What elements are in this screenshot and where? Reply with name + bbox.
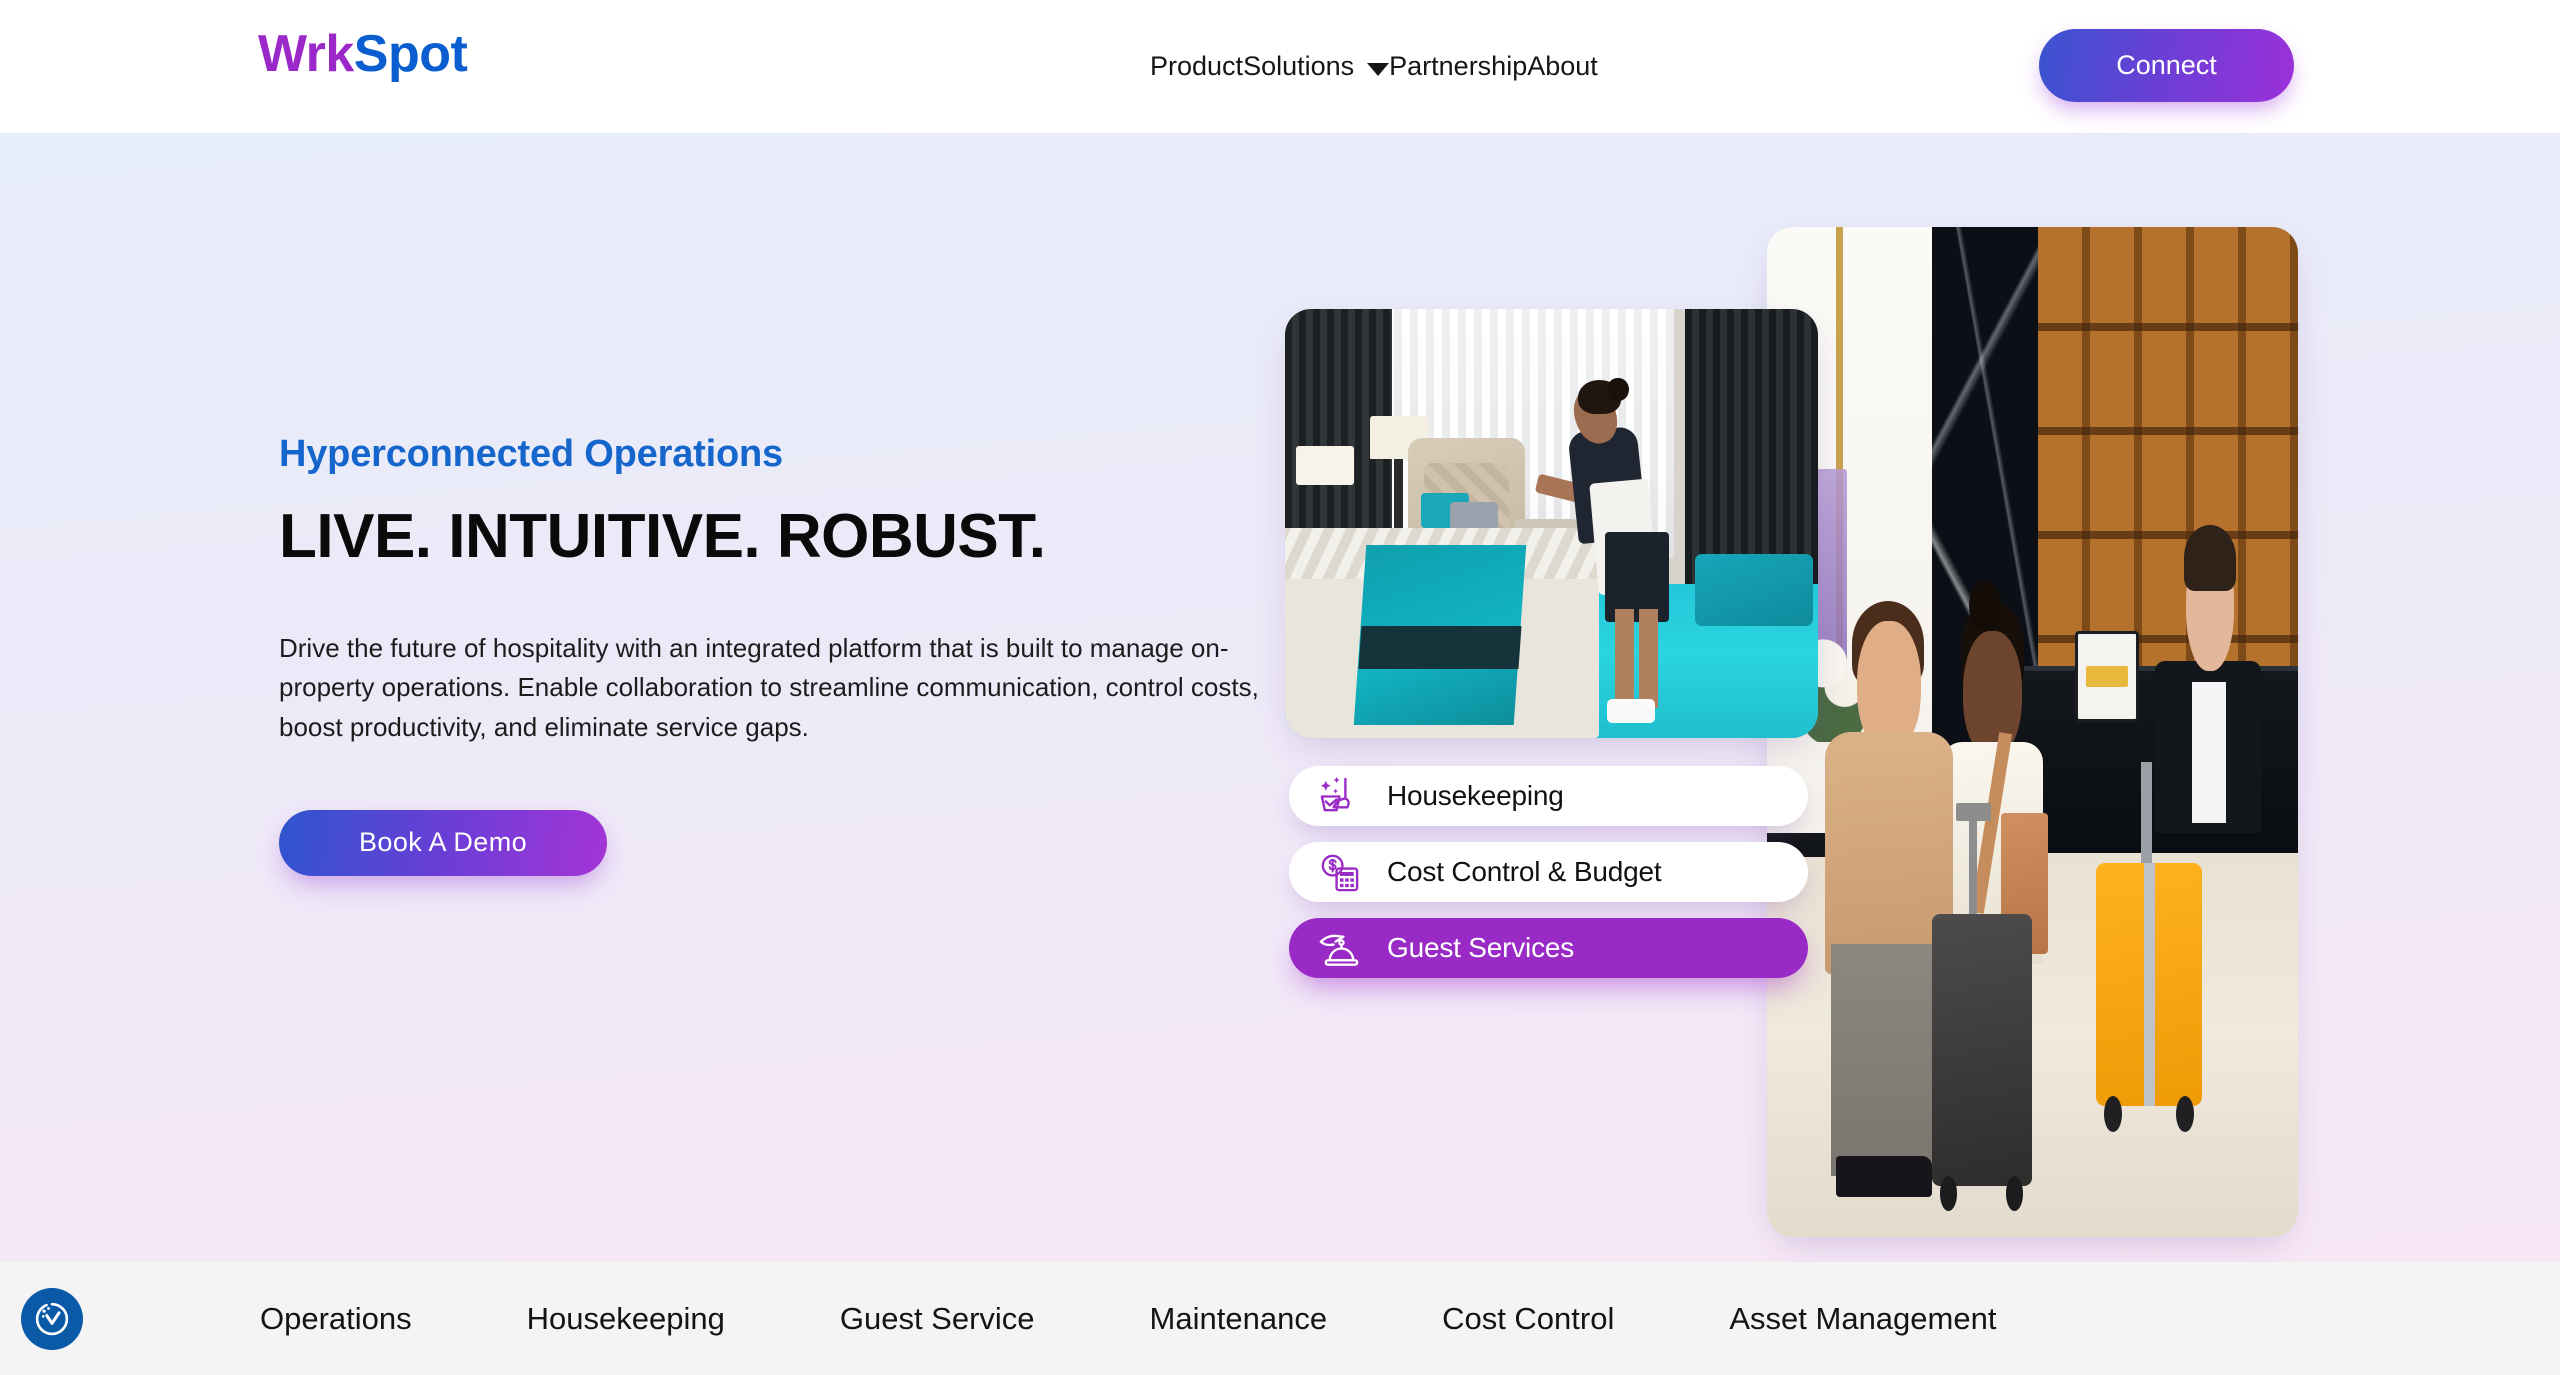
nav-item-label: Solutions xyxy=(1243,51,1355,81)
housekeeper-skirt-element xyxy=(1604,532,1669,623)
dark-suitcase-handle-element xyxy=(1968,812,1978,924)
hero-copy: Hyperconnected Operations LIVE. INTUITIV… xyxy=(279,433,1299,876)
bottom-tab-bar: Operations Housekeeping Guest Service Ma… xyxy=(0,1262,2560,1375)
housekeeper-bun-element xyxy=(1607,377,1629,402)
feature-pill-label: Housekeeping xyxy=(1387,780,1564,811)
housekeeper-leg-left-element xyxy=(1615,609,1634,708)
bottom-nav-item-operations[interactable]: Operations xyxy=(260,1301,412,1337)
lamp-stand-element xyxy=(1394,459,1403,528)
housekeeping-photo-scene xyxy=(1285,309,1818,738)
accessibility-cookie-check-icon[interactable] xyxy=(21,1288,83,1350)
nav-item-label: About xyxy=(1527,51,1598,81)
housekeeper-leg-right-element xyxy=(1639,609,1658,708)
nav-item-label: Partnership xyxy=(1389,51,1528,81)
orange-suitcase-handle-element xyxy=(2141,762,2152,869)
bottom-nav-item-housekeeping[interactable]: Housekeeping xyxy=(527,1301,725,1337)
feature-pill-label: Cost Control & Budget xyxy=(1387,856,1662,887)
feature-pill-housekeeping[interactable]: Housekeeping xyxy=(1289,766,1808,826)
book-a-demo-label: Book A Demo xyxy=(359,827,527,857)
coin-calculator-icon xyxy=(1321,854,1359,891)
hero-eyebrow: Hyperconnected Operations xyxy=(279,433,783,475)
teal-bench-element xyxy=(1695,553,1813,627)
connect-button-label: Connect xyxy=(2116,50,2217,80)
book-a-demo-button[interactable]: Book A Demo xyxy=(279,809,607,876)
hero-subcopy: Drive the future of hospitality with an … xyxy=(279,632,1259,742)
lamp-secondary-element xyxy=(1295,446,1355,485)
concierge-hair-element xyxy=(2184,524,2237,591)
chevron-down-icon xyxy=(1367,63,1390,76)
lobby-photo xyxy=(1767,227,2298,1237)
lobby-photo-scene xyxy=(1767,227,2298,1237)
guest-one-pants-element xyxy=(1830,944,1943,1177)
cookie-check-glyph xyxy=(35,1302,69,1336)
orange-suitcase-wheel-left-element xyxy=(2104,1095,2123,1132)
housekeeping-photo xyxy=(1285,309,1818,738)
hero-headline: LIVE. INTUITIVE. ROBUST. xyxy=(279,502,1046,571)
feature-pill-guest-services[interactable]: Guest Services xyxy=(1289,918,1808,978)
logo-text-secondary: Spot xyxy=(353,25,468,83)
hero-section: Hyperconnected Operations LIVE. INTUITIV… xyxy=(0,133,2560,1262)
guest-two-bun-element xyxy=(1968,580,2001,631)
bottom-nav-item-guest-service[interactable]: Guest Service xyxy=(840,1301,1035,1337)
dark-suitcase-element xyxy=(1931,913,2033,1187)
main-navigation: Product Solutions Partnership About xyxy=(1150,0,1598,133)
guest-one-shoes-element xyxy=(1836,1156,1932,1197)
housekeeper-shoe-element xyxy=(1607,699,1656,723)
brand-logo[interactable]: WrkSpot xyxy=(258,25,468,83)
feature-pill-label: Guest Services xyxy=(1387,932,1575,963)
feature-pill-cost-control[interactable]: Cost Control & Budget xyxy=(1289,842,1808,902)
nav-item-solutions[interactable]: Solutions xyxy=(1243,51,1390,82)
tablet-screen-bar-element xyxy=(2085,666,2129,687)
bottom-nav-item-asset-management[interactable]: Asset Management xyxy=(1729,1301,1996,1337)
nav-item-partnership[interactable]: Partnership xyxy=(1389,51,1527,82)
broom-bucket-sparkle-icon xyxy=(1320,776,1350,811)
feature-pill-list: Housekeeping Cost Control & Budget Guest… xyxy=(1289,766,1809,994)
nav-item-about[interactable]: About xyxy=(1527,51,1598,82)
hand-service-bell-icon xyxy=(1319,934,1359,966)
dark-suitcase-wheel-left-element xyxy=(1939,1176,1957,1211)
nav-item-label: Product xyxy=(1150,51,1244,81)
concierge-shirt-element xyxy=(2191,681,2227,823)
nav-item-product[interactable]: Product xyxy=(1150,51,1243,82)
bottom-nav-item-maintenance[interactable]: Maintenance xyxy=(1150,1301,1328,1337)
orange-suitcase-zipper-element xyxy=(2144,863,2155,1106)
bottom-navigation: Operations Housekeeping Guest Service Ma… xyxy=(260,1262,1996,1375)
site-header: WrkSpot Product Solutions Partnership Ab… xyxy=(0,0,2560,133)
guest-two-head-element xyxy=(1963,631,2022,758)
bottom-nav-item-cost-control[interactable]: Cost Control xyxy=(1442,1301,1614,1337)
bed-runner-edge-element xyxy=(1358,626,1521,670)
hero-image-collage: Housekeeping Cost Control & Budget Guest… xyxy=(1280,133,2560,1262)
dark-suitcase-wheel-right-element xyxy=(2005,1176,2023,1211)
orange-suitcase-wheel-right-element xyxy=(2175,1095,2194,1132)
connect-button[interactable]: Connect xyxy=(2039,29,2294,102)
logo-text-primary: Wrk xyxy=(258,25,354,83)
